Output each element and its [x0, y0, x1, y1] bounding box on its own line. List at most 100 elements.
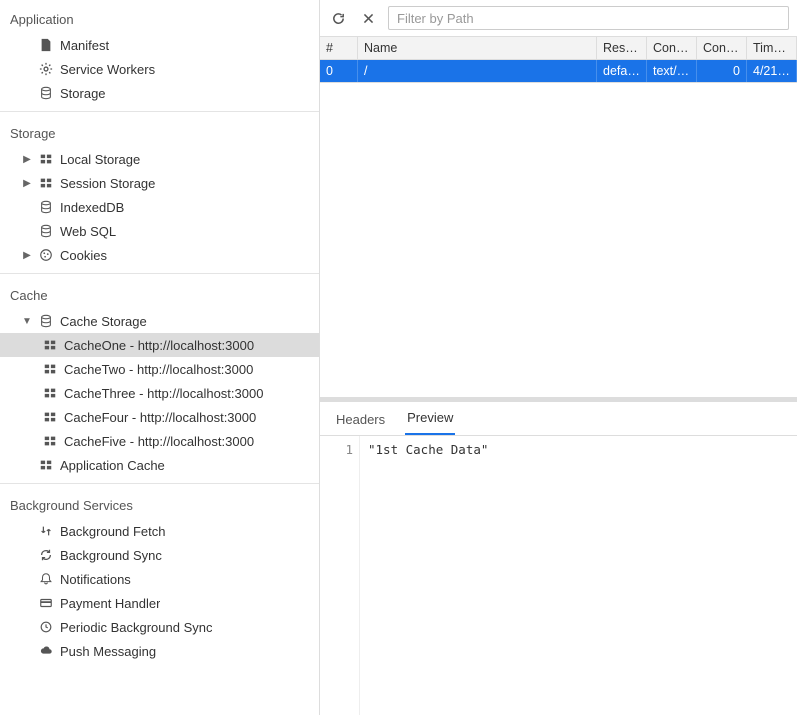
grid-icon: [38, 457, 54, 473]
grid-icon: [42, 361, 58, 377]
request-table: # Name Resp… Cont… Cont… Tim… 0 / defa… …: [320, 37, 797, 83]
section-title-cache: Cache: [0, 280, 319, 309]
sidebar-item-label: Web SQL: [60, 224, 116, 239]
divider: [0, 111, 319, 112]
sidebar-item-cache-entry[interactable]: CacheFive - http://localhost:3000: [0, 429, 319, 453]
detail-tabs: Headers Preview: [320, 402, 797, 436]
sync-icon: [38, 547, 54, 563]
sidebar-item-label: Service Workers: [60, 62, 155, 77]
preview-pane: 1 "1st Cache Data": [320, 436, 797, 715]
clear-button[interactable]: [358, 8, 378, 28]
table-header-row: # Name Resp… Cont… Cont… Tim…: [320, 37, 797, 60]
sidebar-item-web-sql[interactable]: Web SQL: [0, 219, 319, 243]
refresh-button[interactable]: [328, 8, 348, 28]
sidebar-item-label: Push Messaging: [60, 644, 156, 659]
sidebar-item-cache-storage[interactable]: ▼ Cache Storage: [0, 309, 319, 333]
cell-time: 4/21…: [747, 60, 797, 82]
grid-icon: [42, 409, 58, 425]
sidebar-item-label: CacheFive - http://localhost:3000: [64, 434, 254, 449]
sidebar-item-manifest[interactable]: Manifest: [0, 33, 319, 57]
tab-preview[interactable]: Preview: [405, 402, 455, 435]
sidebar-item-storage[interactable]: Storage: [0, 81, 319, 105]
chevron-right-icon[interactable]: ▶: [22, 154, 32, 165]
sidebar-item-background-fetch[interactable]: Background Fetch: [0, 519, 319, 543]
divider: [0, 273, 319, 274]
file-icon: [38, 37, 54, 53]
section-title-bg-services: Background Services: [0, 490, 319, 519]
grid-icon: [38, 175, 54, 191]
database-icon: [38, 223, 54, 239]
col-time[interactable]: Tim…: [747, 37, 797, 60]
preview-content: "1st Cache Data": [360, 436, 797, 715]
col-content-type[interactable]: Cont…: [647, 37, 697, 60]
sidebar-item-cache-entry[interactable]: CacheThree - http://localhost:3000: [0, 381, 319, 405]
sidebar-item-label: Background Sync: [60, 548, 162, 563]
sidebar-item-session-storage[interactable]: ▶ Session Storage: [0, 171, 319, 195]
chevron-right-icon[interactable]: ▶: [22, 178, 32, 189]
sidebar-item-cache-entry[interactable]: CacheOne - http://localhost:3000: [0, 333, 319, 357]
sidebar-item-label: CacheOne - http://localhost:3000: [64, 338, 254, 353]
cell-index: 0: [320, 60, 358, 82]
clock-icon: [38, 619, 54, 635]
sidebar-item-label: Manifest: [60, 38, 109, 53]
sidebar-item-service-workers[interactable]: Service Workers: [0, 57, 319, 81]
sidebar-item-push-messaging[interactable]: Push Messaging: [0, 639, 319, 663]
sidebar-item-label: CacheFour - http://localhost:3000: [64, 410, 256, 425]
table-row[interactable]: 0 / defa… text/… 0 4/21…: [320, 60, 797, 82]
sidebar-item-label: Periodic Background Sync: [60, 620, 212, 635]
filter-input[interactable]: [388, 6, 789, 30]
col-response[interactable]: Resp…: [597, 37, 647, 60]
sidebar-item-application-cache[interactable]: Application Cache: [0, 453, 319, 477]
grid-icon: [38, 151, 54, 167]
sidebar-item-cache-entry[interactable]: CacheFour - http://localhost:3000: [0, 405, 319, 429]
sidebar-item-indexeddb[interactable]: IndexedDB: [0, 195, 319, 219]
grid-icon: [42, 337, 58, 353]
chevron-right-icon[interactable]: ▶: [22, 250, 32, 261]
database-icon: [38, 199, 54, 215]
divider: [0, 483, 319, 484]
sidebar-item-cookies[interactable]: ▶ Cookies: [0, 243, 319, 267]
sidebar-item-label: CacheThree - http://localhost:3000: [64, 386, 263, 401]
sidebar-item-background-sync[interactable]: Background Sync: [0, 543, 319, 567]
table-empty-area: [320, 83, 797, 397]
cell-response: defa…: [597, 60, 647, 82]
sidebar-item-periodic-bg-sync[interactable]: Periodic Background Sync: [0, 615, 319, 639]
col-name[interactable]: Name: [358, 37, 597, 60]
database-icon: [38, 313, 54, 329]
tab-headers[interactable]: Headers: [334, 404, 387, 435]
col-content-len[interactable]: Cont…: [697, 37, 747, 60]
sidebar-item-label: Session Storage: [60, 176, 155, 191]
cookie-icon: [38, 247, 54, 263]
sidebar-item-notifications[interactable]: Notifications: [0, 567, 319, 591]
col-index[interactable]: #: [320, 37, 358, 60]
gear-icon: [38, 61, 54, 77]
sidebar-item-label: Cache Storage: [60, 314, 147, 329]
sidebar-item-label: Local Storage: [60, 152, 140, 167]
sidebar-item-cache-entry[interactable]: CacheTwo - http://localhost:3000: [0, 357, 319, 381]
section-title-storage: Storage: [0, 118, 319, 147]
cell-name: /: [358, 60, 597, 82]
sidebar-item-label: CacheTwo - http://localhost:3000: [64, 362, 253, 377]
sidebar-item-payment-handler[interactable]: Payment Handler: [0, 591, 319, 615]
line-number: 1: [320, 436, 360, 715]
sidebar-item-local-storage[interactable]: ▶ Local Storage: [0, 147, 319, 171]
main-panel: # Name Resp… Cont… Cont… Tim… 0 / defa… …: [320, 0, 797, 715]
grid-icon: [42, 385, 58, 401]
detail-panel: Headers Preview 1 "1st Cache Data": [320, 397, 797, 715]
sidebar-item-label: Payment Handler: [60, 596, 160, 611]
sidebar-item-label: Cookies: [60, 248, 107, 263]
sidebar-item-label: Notifications: [60, 572, 131, 587]
cell-content-type: text/…: [647, 60, 697, 82]
grid-icon: [42, 433, 58, 449]
bell-icon: [38, 571, 54, 587]
swap-icon: [38, 523, 54, 539]
chevron-down-icon[interactable]: ▼: [22, 316, 32, 327]
sidebar-item-label: IndexedDB: [60, 200, 124, 215]
cell-content-len: 0: [697, 60, 747, 82]
cloud-icon: [38, 643, 54, 659]
section-title-application: Application: [0, 4, 319, 33]
toolbar: [320, 0, 797, 37]
database-icon: [38, 85, 54, 101]
card-icon: [38, 595, 54, 611]
sidebar-item-label: Background Fetch: [60, 524, 166, 539]
